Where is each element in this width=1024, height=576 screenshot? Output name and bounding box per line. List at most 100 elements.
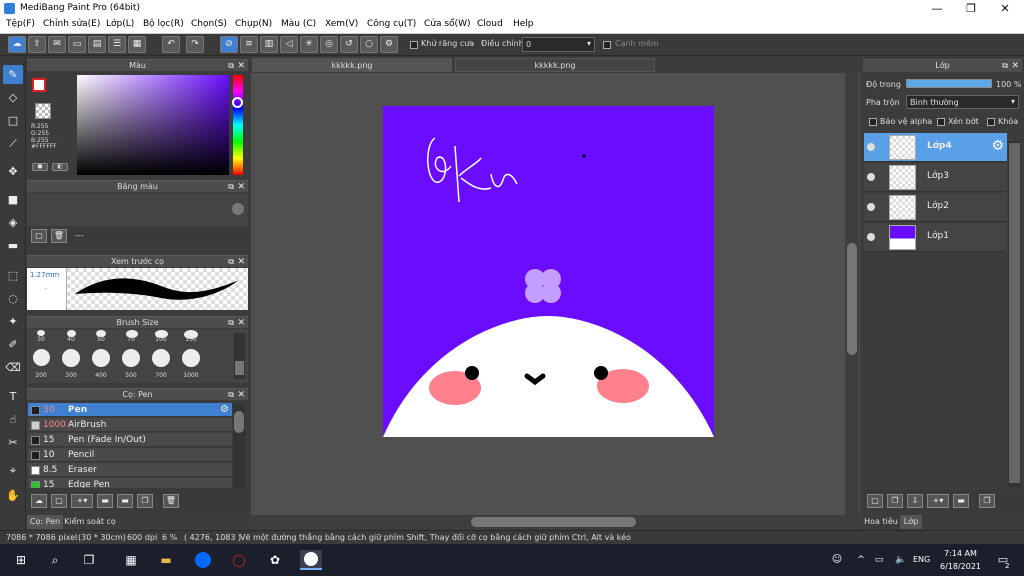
eraser-tool-icon[interactable]: ◇ <box>3 88 23 107</box>
new-brush-icon[interactable]: ▢ <box>51 494 67 508</box>
select-eraser-tool-icon[interactable]: ⌫ <box>3 358 23 377</box>
palette-scroll-handle[interactable] <box>232 203 244 215</box>
layer-row[interactable]: Lớp1 <box>864 223 1007 252</box>
close-icon[interactable]: ✕ <box>237 256 245 268</box>
gear-icon[interactable]: ⚙ <box>220 403 229 417</box>
select-pen-tool-icon[interactable]: ✐ <box>3 335 23 354</box>
lock-checkbox[interactable] <box>987 118 995 126</box>
add-brush-icon[interactable]: +▾ <box>71 494 93 508</box>
share-icon[interactable]: ⇧ <box>28 36 46 53</box>
hue-handle[interactable] <box>232 97 243 108</box>
zalo-icon[interactable] <box>192 550 214 570</box>
undock-icon[interactable]: ⧉ <box>228 389 234 401</box>
new-palette-icon[interactable]: ▢ <box>31 229 47 243</box>
hue-slider[interactable] <box>232 75 243 175</box>
chat-icon[interactable]: ✉ <box>48 36 66 53</box>
brush-scrollbar[interactable] <box>233 403 245 489</box>
lasso-tool-icon[interactable]: ◌ <box>3 289 23 308</box>
circle-snap-icon[interactable]: ○ <box>360 36 378 53</box>
menu-window[interactable]: Cửa sổ(W) <box>424 19 470 29</box>
artwork-canvas[interactable] <box>383 106 714 437</box>
brush-item[interactable]: 15 Edge Pen <box>28 478 232 489</box>
size-scrollbar[interactable] <box>234 333 245 379</box>
grid-icon[interactable]: ▦ <box>128 36 146 53</box>
folder-icon[interactable]: ▬ <box>117 494 133 508</box>
close-icon[interactable]: ✕ <box>237 317 245 329</box>
cloud-icon[interactable]: ☁ <box>8 36 26 53</box>
language-indicator[interactable]: ENG <box>913 555 930 564</box>
menu-help[interactable]: Help <box>513 19 534 29</box>
people-icon[interactable]: ☺ <box>826 550 848 570</box>
new-layer-icon[interactable]: ▢ <box>867 494 883 508</box>
brush-item[interactable]: 1000 AirBrush <box>28 418 232 432</box>
antialias-checkbox[interactable] <box>410 41 418 49</box>
notification-icon[interactable]: ▭ <box>992 550 1014 570</box>
text-tool-icon[interactable]: T <box>3 387 23 406</box>
parallel-snap-icon[interactable]: ≡ <box>240 36 258 53</box>
vanishing-snap-icon[interactable]: ◁ <box>280 36 298 53</box>
menu-select[interactable]: Chọn(S) <box>191 19 227 29</box>
close-icon[interactable]: ✕ <box>237 181 245 193</box>
concentric-snap-icon[interactable]: ◎ <box>320 36 338 53</box>
size-dot[interactable] <box>92 349 110 367</box>
redo-icon[interactable]: ↷ <box>186 36 204 53</box>
opacity-slider[interactable] <box>906 79 992 88</box>
snap-off-icon[interactable]: ⊘ <box>220 36 238 53</box>
eyedropper-tool-icon[interactable]: ⌖ <box>3 461 23 480</box>
medibang-taskbar-icon[interactable] <box>300 550 322 570</box>
primary-color-swatch[interactable] <box>32 78 46 92</box>
doc-tab-2[interactable]: kkkkk.png <box>455 58 655 72</box>
maximize-button[interactable]: ❐ <box>954 0 988 17</box>
trash-icon[interactable]: 🗑 <box>163 494 179 508</box>
close-icon[interactable]: ✕ <box>237 389 245 401</box>
magic-wand-tool-icon[interactable]: ✦ <box>3 312 23 331</box>
tab-navigator[interactable]: Hoa tiêu <box>863 515 899 529</box>
dot-tool-icon[interactable]: ⟋ <box>3 134 23 153</box>
volume-icon[interactable]: 🔈 <box>890 550 912 570</box>
menu-file[interactable]: Tệp(F) <box>6 19 35 29</box>
document-icon[interactable]: ▤ <box>88 36 106 53</box>
saturation-value-picker[interactable] <box>77 75 229 175</box>
list-icon[interactable]: ☰ <box>108 36 126 53</box>
eye-icon[interactable] <box>867 143 875 151</box>
undock-icon[interactable]: ⧉ <box>1002 60 1008 72</box>
color-mode-button[interactable]: ● <box>32 163 48 171</box>
menu-cloud[interactable]: Cloud <box>477 19 503 29</box>
brush-item[interactable]: 30 Pen ⚙ <box>28 403 232 417</box>
eye-icon[interactable] <box>867 233 875 241</box>
minimize-button[interactable]: — <box>920 0 954 17</box>
undo-icon[interactable]: ↶ <box>162 36 180 53</box>
vertical-scrollbar[interactable] <box>845 73 859 515</box>
alpha-protect-checkbox[interactable] <box>869 118 877 126</box>
menu-color[interactable]: Màu (C) <box>281 19 316 29</box>
layer-row[interactable]: Lớp2 <box>864 193 1007 222</box>
soft-edge-checkbox[interactable] <box>603 41 611 49</box>
trash-icon[interactable]: 🗑 <box>51 229 67 243</box>
folder-icon[interactable]: ▬ <box>953 494 969 508</box>
layer-row[interactable]: Lớp4 ⚙ <box>864 133 1007 162</box>
menu-view[interactable]: Xem(V) <box>325 19 358 29</box>
app-grid-icon[interactable]: ▦ <box>120 550 142 570</box>
paint-icon[interactable]: ✿ <box>264 550 286 570</box>
eye-icon[interactable] <box>867 173 875 181</box>
merge-layer-icon[interactable]: ⇩ <box>907 494 923 508</box>
undock-icon[interactable]: ⧉ <box>228 181 234 193</box>
undock-icon[interactable]: ⧉ <box>228 256 234 268</box>
tab-brush-control[interactable]: Kiểm soát cọ <box>64 515 116 529</box>
duplicate-icon[interactable]: ❐ <box>979 494 995 508</box>
cross-snap-icon[interactable]: ▥ <box>260 36 278 53</box>
select-tool-icon[interactable]: ⬚ <box>3 266 23 285</box>
bucket-tool-icon[interactable]: ◈ <box>3 213 23 232</box>
menu-filter[interactable]: Bộ lọc(R) <box>143 19 184 29</box>
operation-tool-icon[interactable]: ☝ <box>3 410 23 429</box>
copy-layer-icon[interactable]: ❐ <box>887 494 903 508</box>
clip-checkbox[interactable] <box>937 118 945 126</box>
close-icon[interactable]: ✕ <box>1011 60 1019 72</box>
gear-icon[interactable]: ⚙ <box>991 138 1004 154</box>
layers-scrollbar[interactable] <box>1008 141 1021 487</box>
size-dot[interactable] <box>182 349 200 367</box>
curve-snap-icon[interactable]: ↺ <box>340 36 358 53</box>
menu-edit[interactable]: Chỉnh sửa(E) <box>43 19 100 29</box>
settings-icon[interactable]: ⚙ <box>380 36 398 53</box>
copy-icon[interactable]: ❐ <box>137 494 153 508</box>
